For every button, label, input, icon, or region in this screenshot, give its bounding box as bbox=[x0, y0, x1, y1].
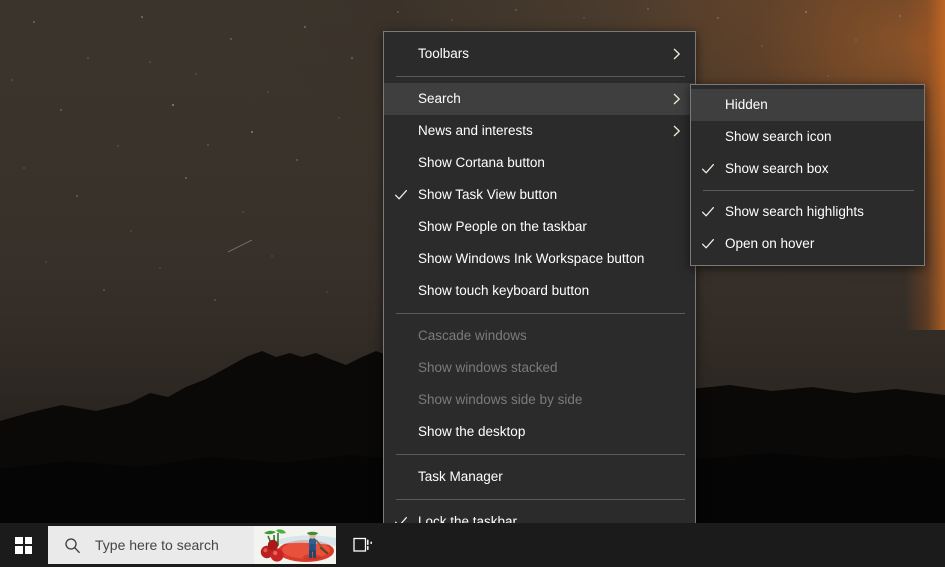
check-icon bbox=[701, 205, 715, 219]
menu-item-open-on-hover[interactable]: Open on hover bbox=[691, 228, 924, 260]
menu-item-label: Show search highlights bbox=[725, 204, 864, 220]
menu-item-label: News and interests bbox=[418, 123, 533, 139]
menu-item-label: Show the desktop bbox=[418, 424, 526, 440]
desktop-screen: Toolbars Search News and interests Show Cor… bbox=[0, 0, 945, 567]
chevron-right-icon bbox=[671, 125, 683, 137]
search-highlights-image[interactable] bbox=[254, 526, 336, 564]
menu-item-label: Show Windows Ink Workspace button bbox=[418, 251, 645, 267]
check-icon bbox=[394, 188, 408, 202]
search-input[interactable]: Type here to search bbox=[48, 526, 336, 564]
menu-item-show-windows-stacked: Show windows stacked bbox=[384, 352, 695, 384]
menu-item-label: Task Manager bbox=[418, 469, 503, 485]
menu-item-show-windows-ink-workspace-button[interactable]: Show Windows Ink Workspace button bbox=[384, 243, 695, 275]
menu-item-news-and-interests[interactable]: News and interests bbox=[384, 115, 695, 147]
menu-separator bbox=[396, 313, 685, 314]
menu-separator bbox=[396, 499, 685, 500]
task-view-button[interactable] bbox=[339, 523, 386, 567]
search-submenu[interactable]: Hidden Show search icon Show search box Sho… bbox=[690, 84, 925, 266]
chevron-right-icon bbox=[671, 93, 683, 105]
search-icon bbox=[64, 537, 81, 554]
menu-item-label: Show People on the taskbar bbox=[418, 219, 587, 235]
menu-item-show-search-highlights[interactable]: Show search highlights bbox=[691, 196, 924, 228]
check-icon bbox=[701, 162, 715, 176]
menu-item-label: Show Task View button bbox=[418, 187, 558, 203]
menu-item-toolbars[interactable]: Toolbars bbox=[384, 38, 695, 70]
taskbar-context-menu[interactable]: Toolbars Search News and interests Show Cor… bbox=[383, 31, 696, 567]
menu-item-hidden[interactable]: Hidden bbox=[691, 89, 924, 121]
windows-logo-icon bbox=[15, 536, 32, 554]
menu-item-task-manager[interactable]: Task Manager bbox=[384, 461, 695, 493]
menu-item-show-task-view-button[interactable]: Show Task View button bbox=[384, 179, 695, 211]
menu-item-cascade-windows: Cascade windows bbox=[384, 320, 695, 352]
menu-item-label: Show touch keyboard button bbox=[418, 283, 590, 299]
menu-item-label: Show search box bbox=[725, 161, 829, 177]
menu-item-show-cortana-button[interactable]: Show Cortana button bbox=[384, 147, 695, 179]
start-button[interactable] bbox=[0, 523, 47, 567]
check-icon bbox=[701, 237, 715, 251]
menu-separator bbox=[396, 76, 685, 77]
menu-item-show-people-on-the-taskbar[interactable]: Show People on the taskbar bbox=[384, 211, 695, 243]
menu-item-label: Show windows side by side bbox=[418, 392, 583, 408]
menu-item-show-search-box[interactable]: Show search box bbox=[691, 153, 924, 185]
task-view-icon bbox=[352, 537, 372, 552]
menu-item-show-search-icon[interactable]: Show search icon bbox=[691, 121, 924, 153]
menu-item-label: Cascade windows bbox=[418, 328, 527, 344]
menu-item-show-touch-keyboard-button[interactable]: Show touch keyboard button bbox=[384, 275, 695, 307]
taskbar: Type here to search bbox=[0, 523, 945, 567]
menu-separator bbox=[703, 190, 914, 191]
menu-item-show-the-desktop[interactable]: Show the desktop bbox=[384, 416, 695, 448]
menu-item-search[interactable]: Search bbox=[384, 83, 695, 115]
chevron-right-icon bbox=[671, 48, 683, 60]
menu-item-show-windows-side-by-side: Show windows side by side bbox=[384, 384, 695, 416]
menu-item-label: Open on hover bbox=[725, 236, 815, 252]
menu-item-label: Show Cortana button bbox=[418, 155, 545, 171]
menu-item-label: Show windows stacked bbox=[418, 360, 558, 376]
menu-item-label: Toolbars bbox=[418, 46, 470, 62]
menu-item-label: Search bbox=[418, 91, 461, 107]
menu-item-label: Show search icon bbox=[725, 129, 832, 145]
menu-separator bbox=[396, 454, 685, 455]
menu-item-label: Hidden bbox=[725, 97, 768, 113]
